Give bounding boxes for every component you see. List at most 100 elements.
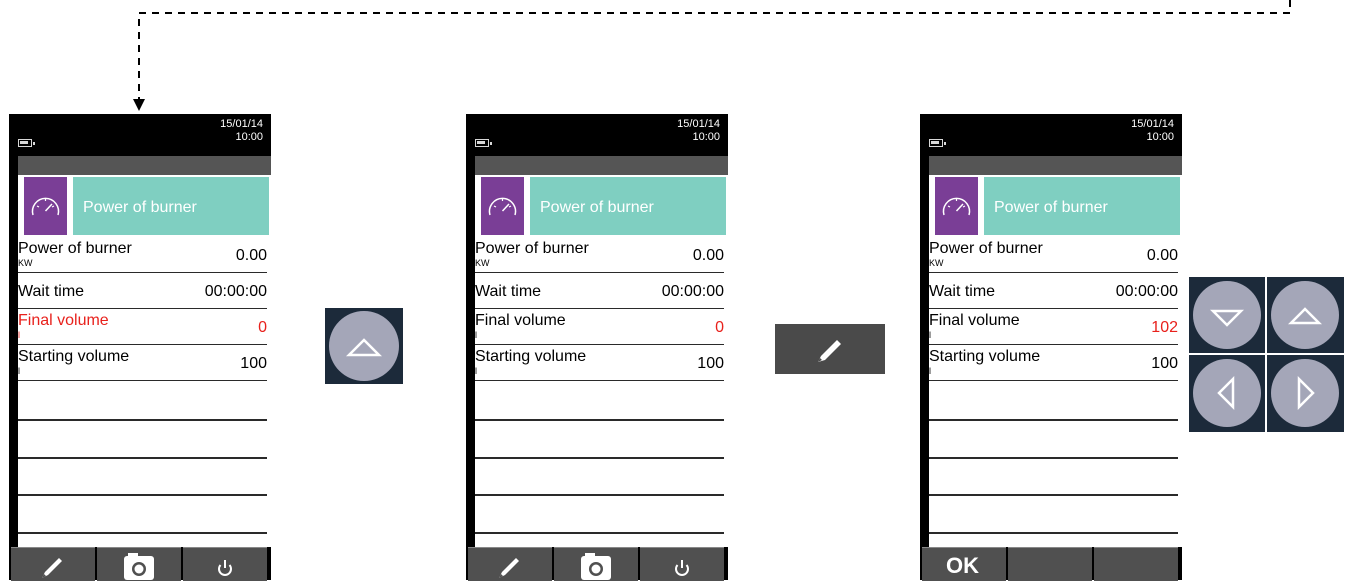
- left-arrow-key[interactable]: [1193, 359, 1261, 427]
- right-arrow-key[interactable]: [1271, 359, 1339, 427]
- row-unit: KW: [475, 258, 490, 268]
- row-wait-time[interactable]: Wait time 00:00:00: [475, 273, 724, 309]
- up-arrow-key[interactable]: [329, 311, 399, 381]
- pencil-key[interactable]: [775, 324, 885, 374]
- row-final-volume[interactable]: Final volume l 0: [475, 309, 724, 345]
- battery-icon: [475, 139, 492, 147]
- device-screen-3: 15/01/14 10:00 Power of burner Power of …: [920, 114, 1182, 581]
- battery-icon: [18, 139, 35, 147]
- row-label: Power of burner: [18, 240, 132, 257]
- row-label: Final volume: [929, 312, 1020, 329]
- row-value: 0.00: [692, 247, 724, 264]
- empty-row-divider: [475, 532, 724, 534]
- row-label: Wait time: [475, 283, 542, 300]
- row-unit: KW: [18, 258, 33, 268]
- row-power-of-burner[interactable]: Power of burner KW 0.00: [18, 237, 267, 273]
- camera-icon: [581, 553, 611, 580]
- row-label: Starting volume: [18, 348, 130, 365]
- row-value: 00:00:00: [204, 283, 267, 300]
- datetime: 15/01/14 10:00: [1131, 118, 1174, 144]
- edit-button[interactable]: [468, 547, 552, 581]
- header-divider: [978, 177, 984, 235]
- header-tile[interactable]: Power of burner: [481, 177, 726, 235]
- left-arrow-icon: [1217, 375, 1235, 411]
- empty-row-divider: [929, 457, 1178, 459]
- header-tile[interactable]: Power of burner: [935, 177, 1180, 235]
- row-power-of-burner[interactable]: Power of burner KW 0.00: [475, 237, 724, 273]
- row-value: 0.00: [1146, 247, 1178, 264]
- edit-button[interactable]: [11, 547, 95, 581]
- gauge-icon: [24, 177, 67, 235]
- row-starting-volume[interactable]: Starting volume l 100: [929, 345, 1178, 381]
- row-label: Final volume: [475, 312, 566, 329]
- row-label: Power of burner: [475, 240, 589, 257]
- row-label: Wait time: [18, 283, 85, 300]
- row-final-volume[interactable]: Final volume l 102: [929, 309, 1178, 345]
- empty-row-divider: [929, 494, 1178, 496]
- header-title: Power of burner: [994, 199, 1108, 216]
- row-unit: l: [475, 366, 477, 376]
- time-label: 10:00: [1146, 131, 1174, 143]
- arrow-keypad: [1189, 277, 1344, 432]
- header-title: Power of burner: [83, 199, 197, 216]
- power-button[interactable]: [640, 547, 724, 581]
- row-wait-time[interactable]: Wait time 00:00:00: [18, 273, 267, 309]
- power-button[interactable]: [183, 547, 267, 581]
- datetime: 15/01/14 10:00: [677, 118, 720, 144]
- row-label: Starting volume: [929, 348, 1041, 365]
- empty-row-divider: [18, 494, 267, 496]
- date-label: 15/01/14: [220, 118, 263, 130]
- header-tile[interactable]: Power of burner: [24, 177, 269, 235]
- empty-row-divider: [18, 419, 267, 421]
- row-value: 102: [1151, 319, 1178, 336]
- pencil-icon: [42, 558, 62, 578]
- battery-icon: [929, 139, 946, 147]
- bottom-bar: [468, 547, 726, 581]
- screen-content: Power of burner Power of burner KW 0.00 …: [475, 175, 728, 547]
- date-label: 15/01/14: [677, 118, 720, 130]
- ok-label: OK: [946, 553, 979, 578]
- empty-soft-button[interactable]: [1094, 547, 1178, 581]
- screen-content: Power of burner Power of burner KW 0.00 …: [18, 175, 271, 547]
- datetime: 15/01/14 10:00: [220, 118, 263, 144]
- gauge-icon: [481, 177, 524, 235]
- row-wait-time[interactable]: Wait time 00:00:00: [929, 273, 1178, 309]
- row-unit: l: [475, 330, 477, 340]
- camera-icon: [124, 553, 154, 580]
- row-final-volume[interactable]: Final volume l 0: [18, 309, 267, 345]
- keypad-divider: [1189, 353, 1344, 355]
- down-arrow-key[interactable]: [1193, 281, 1261, 349]
- empty-row-divider: [929, 532, 1178, 534]
- gauge-icon: [935, 177, 978, 235]
- up-arrow-key[interactable]: [1271, 281, 1339, 349]
- empty-soft-button[interactable]: [1008, 547, 1092, 581]
- row-unit: l: [929, 366, 931, 376]
- camera-button[interactable]: [554, 547, 638, 581]
- pencil-icon: [499, 558, 519, 578]
- empty-row-divider: [929, 419, 1178, 421]
- row-power-of-burner[interactable]: Power of burner KW 0.00: [929, 237, 1178, 273]
- ok-button[interactable]: OK: [922, 547, 1006, 581]
- power-icon: [218, 560, 232, 576]
- row-label: Power of burner: [929, 240, 1043, 257]
- header-title: Power of burner: [540, 199, 654, 216]
- row-value: 0.00: [235, 247, 267, 264]
- status-subbar: [18, 156, 271, 175]
- row-value: 100: [240, 355, 267, 372]
- row-value: 100: [697, 355, 724, 372]
- row-starting-volume[interactable]: Starting volume l 100: [475, 345, 724, 381]
- up-arrow-key-panel: [325, 308, 403, 384]
- up-arrow-icon: [1287, 307, 1323, 325]
- camera-button[interactable]: [97, 547, 181, 581]
- empty-row-divider: [475, 494, 724, 496]
- row-starting-volume[interactable]: Starting volume l 100: [18, 345, 267, 381]
- row-label: Wait time: [929, 283, 996, 300]
- row-value: 00:00:00: [661, 283, 724, 300]
- up-arrow-icon: [345, 338, 383, 357]
- row-value: 100: [1151, 355, 1178, 372]
- row-unit: KW: [929, 258, 944, 268]
- screen-content: Power of burner Power of burner KW 0.00 …: [929, 175, 1182, 547]
- status-subbar: [929, 156, 1182, 175]
- row-label: Starting volume: [475, 348, 587, 365]
- row-label: Final volume: [18, 312, 109, 329]
